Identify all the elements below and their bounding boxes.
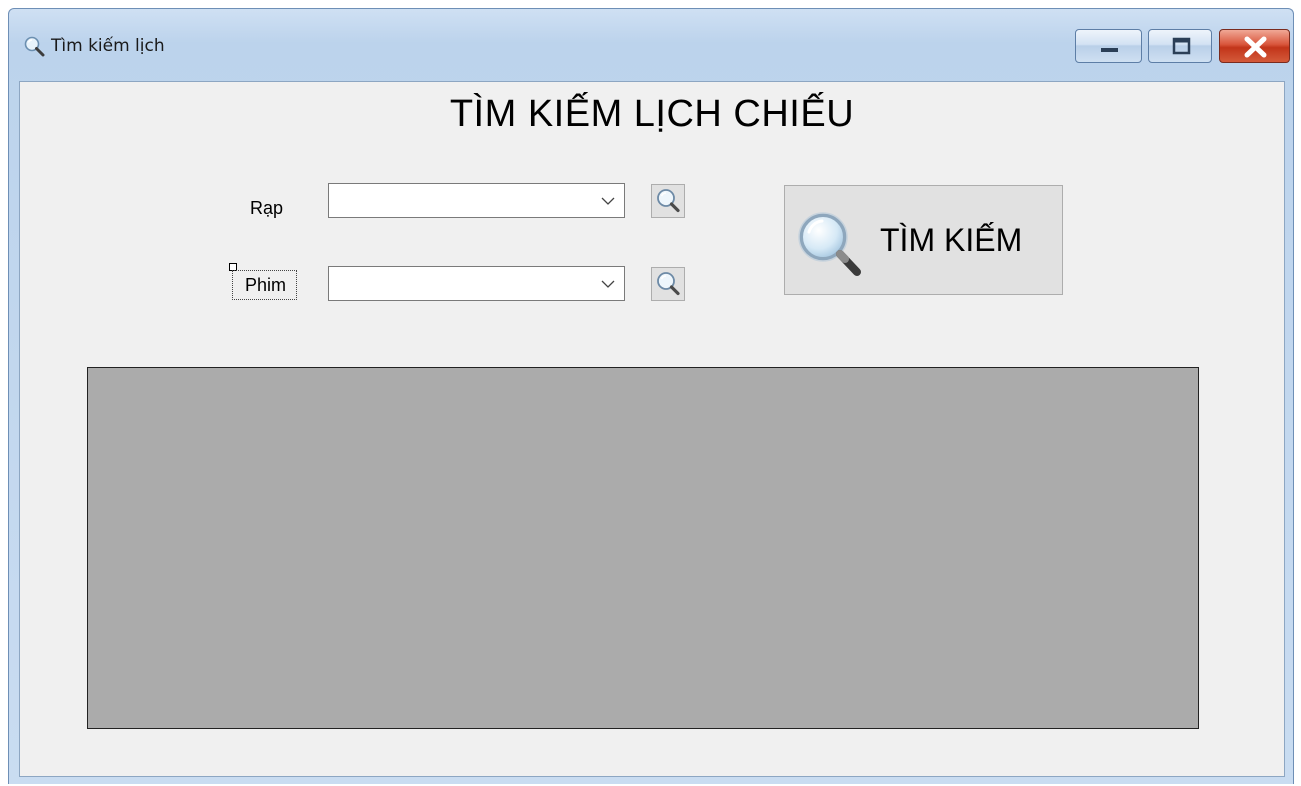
rap-label: Rạp [250,198,284,218]
maximize-icon [1172,37,1191,55]
magnifier-icon [657,272,680,296]
maximize-button[interactable] [1148,29,1212,63]
minimize-icon [1101,48,1118,52]
magnifier-icon [798,212,861,276]
title-bar[interactable]: Tìm kiếm lịch [9,9,1293,71]
minimize-button[interactable] [1075,29,1142,63]
magnifier-icon [24,36,45,57]
search-button-label: TÌM KIẾM [880,222,1023,258]
search-button[interactable]: TÌM KIẾM [784,185,1063,295]
chevron-down-icon[interactable] [601,196,615,206]
window-title: Tìm kiếm lịch [51,36,165,56]
rap-combobox[interactable] [328,183,625,218]
chevron-down-icon[interactable] [601,279,615,289]
results-grid[interactable] [87,367,1199,729]
close-button[interactable] [1219,29,1290,63]
rap-search-button[interactable] [651,184,685,218]
close-icon [1244,36,1267,58]
form-client-area: TÌM KIẾM LỊCH CHIẾU Rạp Phim TÌM KIẾM [19,81,1285,777]
magnifier-icon [657,189,680,213]
phim-combobox[interactable] [328,266,625,301]
phim-search-button[interactable] [651,267,685,301]
app-window: Tìm kiếm lịch TÌM KIẾM LỊCH CHIẾU Rạp Ph… [8,8,1294,784]
page-title: TÌM KIẾM LỊCH CHIẾU [449,93,855,135]
phim-label: Phim [232,270,298,300]
